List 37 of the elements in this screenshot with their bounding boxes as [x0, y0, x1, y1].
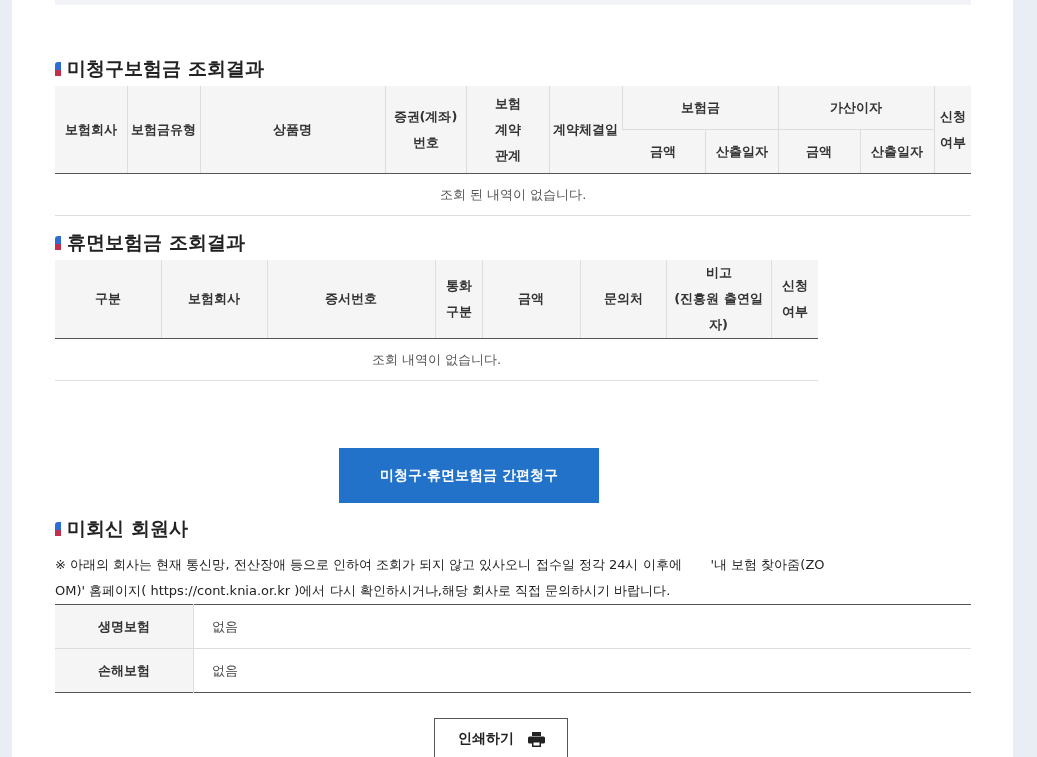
- row-label: 손해보험: [55, 648, 194, 693]
- column-header: 산출일자: [860, 129, 934, 174]
- column-header: 금액: [622, 129, 705, 174]
- column-header: 증권(계좌)번호: [385, 86, 466, 174]
- column-header: 보험 계약 관계: [466, 86, 549, 174]
- row-label: 생명보험: [55, 604, 194, 649]
- print-button[interactable]: 인쇄하기: [434, 718, 568, 757]
- column-header: 보험금유형: [127, 86, 200, 174]
- printer-icon: [527, 731, 545, 747]
- section-title: 휴면보험금 조회결과: [67, 230, 245, 255]
- row-value: 없음: [193, 648, 971, 693]
- row-value: 없음: [193, 604, 971, 649]
- column-header: 산출일자: [705, 129, 778, 174]
- claim-button[interactable]: 미청구·휴면보험금 간편청구: [339, 448, 599, 503]
- column-header: 보험회사: [161, 260, 267, 339]
- column-header: 문의처: [580, 260, 666, 339]
- column-header: 신청 여부: [934, 86, 971, 174]
- column-header: 신청 여부: [771, 260, 818, 339]
- column-header: 통화 구분: [435, 260, 482, 339]
- column-header: 비고 (진흥원 출연일자): [666, 260, 771, 339]
- column-header: 증서번호: [267, 260, 435, 339]
- section-title: 미회신 회원사: [67, 516, 188, 541]
- column-header: 상품명: [200, 86, 385, 174]
- notice-text: ※ 아래의 회사는 현재 통신망, 전산장애 등으로 인하여 조회가 되지 않고 있사오니 접수일 정각 24시 이후에 '내 보험 찾아줌(ZOOM)' 홈페이지( https://cont.knia.or.kr )에서 다시 확인하시거나,해당 회사로 직접 문의하시기 바랍니다.: [55, 556, 825, 600]
- column-header: 보험금: [622, 86, 778, 130]
- column-header: 금액: [778, 129, 860, 174]
- heading-marker-icon: [55, 236, 61, 250]
- column-header: 계약체결일: [549, 86, 622, 174]
- empty-message: 조회 된 내역이 없습니다.: [55, 173, 971, 216]
- column-header: 금액: [482, 260, 580, 339]
- column-header: 가산이자: [778, 86, 934, 130]
- heading-marker-icon: [55, 522, 61, 536]
- empty-message: 조회 내역이 없습니다.: [55, 338, 818, 381]
- column-header: 구분: [55, 260, 161, 339]
- section-title: 미청구보험금 조회결과: [67, 56, 264, 81]
- heading-marker-icon: [55, 62, 61, 76]
- column-header: 보험회사: [55, 86, 127, 174]
